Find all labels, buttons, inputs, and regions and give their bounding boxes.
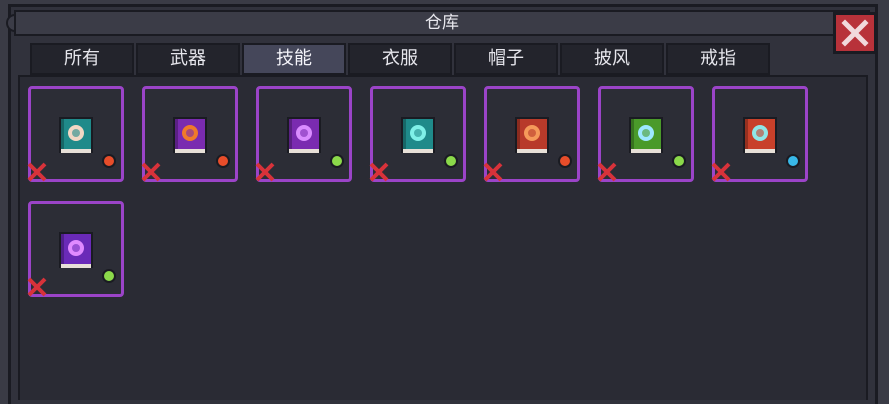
remove-x-icon[interactable] [710,161,732,183]
remove-x-icon[interactable] [596,161,618,183]
window-titlebar: 仓库 [14,10,870,36]
teal-flower-skill-book-icon [401,117,435,153]
remove-x-icon[interactable] [26,276,48,298]
red-swirl-skill-book-icon [515,117,549,153]
close-button[interactable] [833,12,877,54]
rarity-gem-icon [444,154,458,168]
tab-2[interactable]: 技能 [242,43,346,75]
item-slot[interactable] [482,86,580,183]
item-slot[interactable] [368,86,466,183]
tab-5[interactable]: 披风 [560,43,664,75]
close-icon [841,19,869,47]
tab-1[interactable]: 武器 [136,43,240,75]
item-slot[interactable] [26,201,124,298]
rarity-gem-icon [558,154,572,168]
item-slot[interactable] [254,86,352,183]
remove-x-icon[interactable] [254,161,276,183]
tab-6[interactable]: 戒指 [666,43,770,75]
tab-0[interactable]: 所有 [30,43,134,75]
rarity-gem-icon [102,269,116,283]
item-grid [18,75,868,400]
purple-orb-skill-book-icon [287,117,321,153]
green-crystal-skill-book-icon [629,117,663,153]
remove-x-icon[interactable] [140,161,162,183]
rarity-gem-icon [216,154,230,168]
remove-x-icon[interactable] [368,161,390,183]
purple-sparkle-skill-book-icon [59,232,93,268]
tab-4[interactable]: 帽子 [454,43,558,75]
tab-3[interactable]: 衣服 [348,43,452,75]
item-slot[interactable] [140,86,238,183]
remove-x-icon[interactable] [482,161,504,183]
remove-x-icon[interactable] [26,161,48,183]
item-slot[interactable] [710,86,808,183]
rarity-gem-icon [672,154,686,168]
item-slot[interactable] [26,86,124,183]
rarity-gem-icon [102,154,116,168]
rarity-gem-icon [786,154,800,168]
window-title: 仓库 [425,13,459,33]
item-slot[interactable] [596,86,694,183]
arch-skill-book-icon [59,117,93,153]
rarity-gem-icon [330,154,344,168]
cyan-claw-skill-book-icon [743,117,777,153]
fire-face-skill-book-icon [173,117,207,153]
category-tabs: 所有 武器 技能 衣服 帽子 披风 戒指 [30,43,770,75]
